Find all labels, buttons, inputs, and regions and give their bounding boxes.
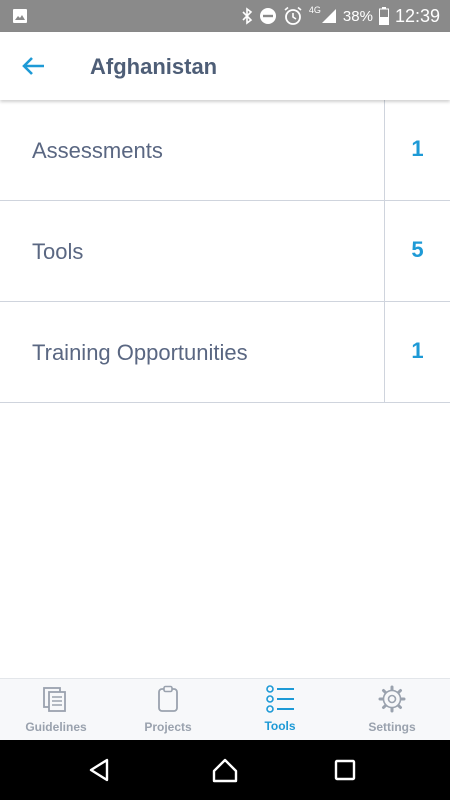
tab-label: Guidelines [25,720,87,734]
app-bar: Afghanistan [0,32,450,100]
tab-label: Projects [144,720,192,734]
bluetooth-icon [242,7,253,25]
tab-tools[interactable]: Tools [224,679,336,741]
network-type: 4G [308,5,321,15]
tools-list-icon [266,685,294,713]
page-title: Afghanistan [90,54,218,79]
status-bar: 4G 38% 12:39 [0,0,450,32]
list-item-label: Tools [32,239,84,264]
list-item-count: 1 [411,338,424,363]
list-item-label: Assessments [32,138,163,163]
list-item-count: 1 [411,136,424,161]
list-item-label: Training Opportunities [32,340,248,365]
guidelines-icon [43,687,66,712]
nav-recents-icon[interactable] [330,755,360,785]
battery-icon [378,7,389,25]
signal-icon [321,9,336,23]
list-item-training-opportunities[interactable]: Training Opportunities 1 [0,302,450,403]
bottom-tab-bar: Guidelines Projects Tools Settings [0,678,450,741]
nav-back-icon[interactable] [85,755,115,785]
category-list: Assessments 1 Tools 5 Training Opportuni… [0,100,450,403]
nav-home-icon[interactable] [210,755,240,785]
battery-percent: 38% [342,7,373,25]
tab-projects[interactable]: Projects [112,679,224,741]
clock: 12:39 [394,5,440,26]
tab-settings[interactable]: Settings [336,679,448,741]
clipboard-icon [158,685,178,712]
do-not-disturb-icon [259,8,276,24]
system-navigation-bar [0,740,450,800]
back-arrow-icon[interactable] [20,52,50,80]
list-item-count: 5 [411,237,424,262]
tab-label: Tools [264,719,296,733]
tab-label: Settings [368,720,416,734]
alarm-icon [284,6,302,25]
list-item-tools[interactable]: Tools 5 [0,201,450,302]
list-item-assessments[interactable]: Assessments 1 [0,100,450,201]
tab-guidelines[interactable]: Guidelines [0,679,112,741]
gear-icon [378,685,406,713]
image-notification-icon [13,9,27,23]
